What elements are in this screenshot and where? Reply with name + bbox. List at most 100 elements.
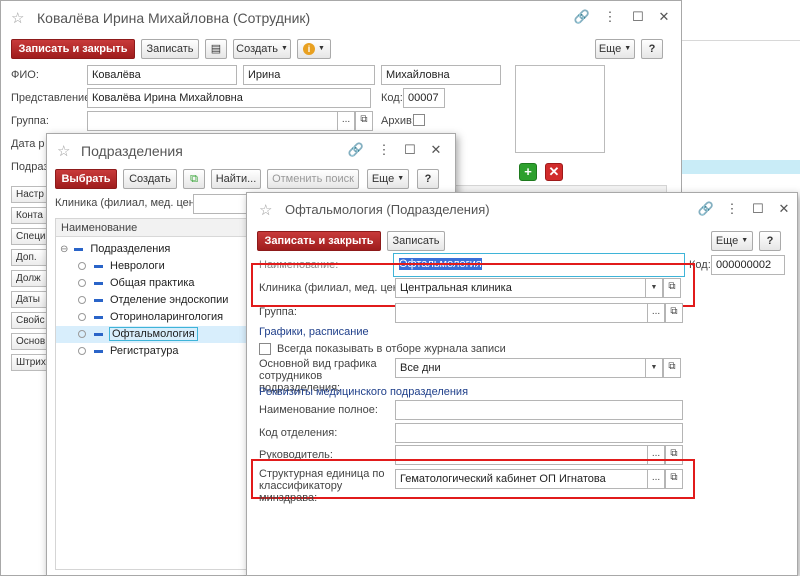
more-vertical-icon[interactable]: ⋮ — [375, 141, 393, 159]
archive-label: Архив: — [381, 115, 415, 127]
tab-settings[interactable]: Настр — [11, 186, 47, 203]
circle-icon — [78, 262, 86, 271]
tab-positions[interactable]: Долж — [11, 270, 47, 287]
clinic-filter-field[interactable] — [193, 194, 253, 214]
schedule-type-dropdown-button[interactable]: ▼ — [645, 358, 663, 378]
struct-unit-field[interactable]: Гематологический кабинет ОП Игнатова — [395, 469, 683, 489]
always-show-label: Всегда показывать в отборе журнала запис… — [277, 343, 506, 355]
dept-code-field[interactable] — [395, 423, 683, 443]
employee-titlebar: ☆ Ковалёва Ирина Михайловна (Сотрудник) … — [1, 1, 681, 35]
link-icon[interactable]: 🔗 — [697, 200, 715, 218]
choose-button[interactable]: Выбрать — [55, 169, 117, 189]
create-label: Создать — [236, 43, 278, 55]
clinic-filter-label: Клиника (филиал, мед. центр): — [55, 197, 213, 209]
tab-specialties[interactable]: Специ — [11, 228, 47, 245]
tab-contacts[interactable]: Конта — [11, 207, 47, 224]
maximize-icon[interactable]: ☐ — [629, 8, 647, 26]
item-icon — [94, 298, 103, 302]
struct-unit-select-button[interactable]: ... — [647, 469, 665, 489]
archive-checkbox[interactable] — [413, 114, 425, 126]
favorite-star-icon[interactable]: ☆ — [57, 142, 70, 160]
more-button[interactable]: Еще ▼ — [367, 169, 409, 189]
full-name-field[interactable] — [395, 400, 683, 420]
save-button[interactable]: Записать — [141, 39, 199, 59]
tab-barcode[interactable]: Штрих — [11, 354, 47, 371]
schedules-section-header: Графики, расписание — [259, 326, 369, 338]
full-name-label: Наименование полное: — [259, 404, 378, 416]
chevron-down-icon: ▼ — [650, 364, 658, 371]
tab-properties[interactable]: Свойс — [11, 312, 47, 329]
chevron-down-icon: ▼ — [318, 45, 325, 53]
info-icon: i — [303, 43, 316, 56]
background-divider — [682, 40, 800, 41]
more-button[interactable]: Еще ▼ — [711, 231, 753, 251]
subdivision-label: Подраз — [11, 161, 49, 173]
more-button[interactable]: Еще ▼ — [595, 39, 635, 59]
list-item-label: Общая практика — [110, 277, 195, 289]
add-photo-button[interactable]: + — [519, 163, 537, 181]
circle-icon — [78, 330, 86, 339]
info-dropdown-button[interactable]: i ▼ — [297, 39, 331, 59]
schedule-type-field[interactable]: Все дни — [395, 358, 663, 378]
group-field[interactable] — [395, 303, 683, 323]
code-field[interactable]: 000000002 — [711, 255, 785, 275]
clinic-open-icon[interactable]: ⧉ — [663, 278, 681, 298]
open-icon[interactable]: ⧉ — [355, 111, 373, 131]
delete-photo-button[interactable]: ✕ — [545, 163, 563, 181]
folder-icon — [74, 247, 84, 251]
tab-main[interactable]: Основ — [11, 333, 47, 350]
favorite-star-icon[interactable]: ☆ — [11, 9, 24, 27]
subdivisions-titlebar: ☆ Подразделения 🔗 ⋮ ☐ ✕ — [47, 134, 455, 168]
help-button[interactable]: ? — [641, 39, 663, 59]
clinic-dropdown-button[interactable]: ▼ — [645, 278, 663, 298]
close-icon[interactable]: ✕ — [775, 200, 793, 218]
schedule-type-open-icon[interactable]: ⧉ — [663, 358, 681, 378]
clinic-field[interactable]: Центральная клиника — [395, 278, 663, 298]
item-icon — [94, 332, 103, 336]
last-name-field[interactable]: Ковалёва — [87, 65, 237, 85]
link-icon[interactable]: 🔗 — [347, 141, 365, 159]
create-button[interactable]: Создать — [123, 169, 177, 189]
save-and-close-button[interactable]: Записать и закрыть — [257, 231, 381, 251]
close-icon[interactable]: ✕ — [655, 8, 673, 26]
struct-unit-open-icon[interactable]: ⧉ — [665, 469, 683, 489]
copy-icon[interactable]: ⧉ — [183, 169, 205, 189]
item-icon — [94, 281, 103, 285]
clinic-label: Клиника (филиал, мед. центр): — [259, 282, 417, 294]
more-vertical-icon[interactable]: ⋮ — [601, 8, 619, 26]
chevron-down-icon: ▼ — [650, 284, 658, 291]
middle-name-field[interactable]: Михайловна — [381, 65, 501, 85]
help-button[interactable]: ? — [417, 169, 439, 189]
more-vertical-icon[interactable]: ⋮ — [723, 200, 741, 218]
first-name-field[interactable]: Ирина — [243, 65, 375, 85]
photo-area — [515, 65, 605, 153]
cancel-search-button[interactable]: Отменить поиск — [267, 169, 359, 189]
code-field[interactable]: 00007 — [403, 88, 445, 108]
report-icon[interactable]: ▤ — [205, 39, 227, 59]
group-open-icon[interactable]: ⧉ — [665, 303, 683, 323]
link-icon[interactable]: 🔗 — [573, 8, 591, 26]
subdivisions-window-title: Подразделения — [81, 143, 183, 159]
maximize-icon[interactable]: ☐ — [401, 141, 419, 159]
more-label: Еще — [715, 235, 739, 247]
save-button[interactable]: Записать — [387, 231, 445, 251]
collapse-icon[interactable]: ⊖ — [60, 244, 68, 255]
group-field[interactable] — [87, 111, 351, 131]
representation-field[interactable]: Ковалёва Ирина Михайловна — [87, 88, 371, 108]
create-dropdown-button[interactable]: Создать ▼ — [233, 39, 291, 59]
birth-date-label: Дата р — [11, 138, 45, 150]
find-button[interactable]: Найти... — [211, 169, 261, 189]
group-label: Группа: — [259, 306, 297, 318]
group-select-button[interactable]: ... — [647, 303, 665, 323]
tab-additional[interactable]: Доп. — [11, 249, 47, 266]
save-and-close-button[interactable]: Записать и закрыть — [11, 39, 135, 59]
favorite-star-icon[interactable]: ☆ — [259, 201, 272, 219]
tab-dates[interactable]: Даты — [11, 291, 47, 308]
list-item-label: Регистратура — [110, 345, 179, 357]
close-icon[interactable]: ✕ — [427, 141, 445, 159]
always-show-checkbox[interactable] — [259, 343, 271, 355]
maximize-icon[interactable]: ☐ — [749, 200, 767, 218]
select-button[interactable]: ... — [337, 111, 355, 131]
ophthalmology-titlebar: ☆ Офтальмология (Подразделения) 🔗 ⋮ ☐ ✕ — [247, 193, 797, 227]
help-button[interactable]: ? — [759, 231, 781, 251]
